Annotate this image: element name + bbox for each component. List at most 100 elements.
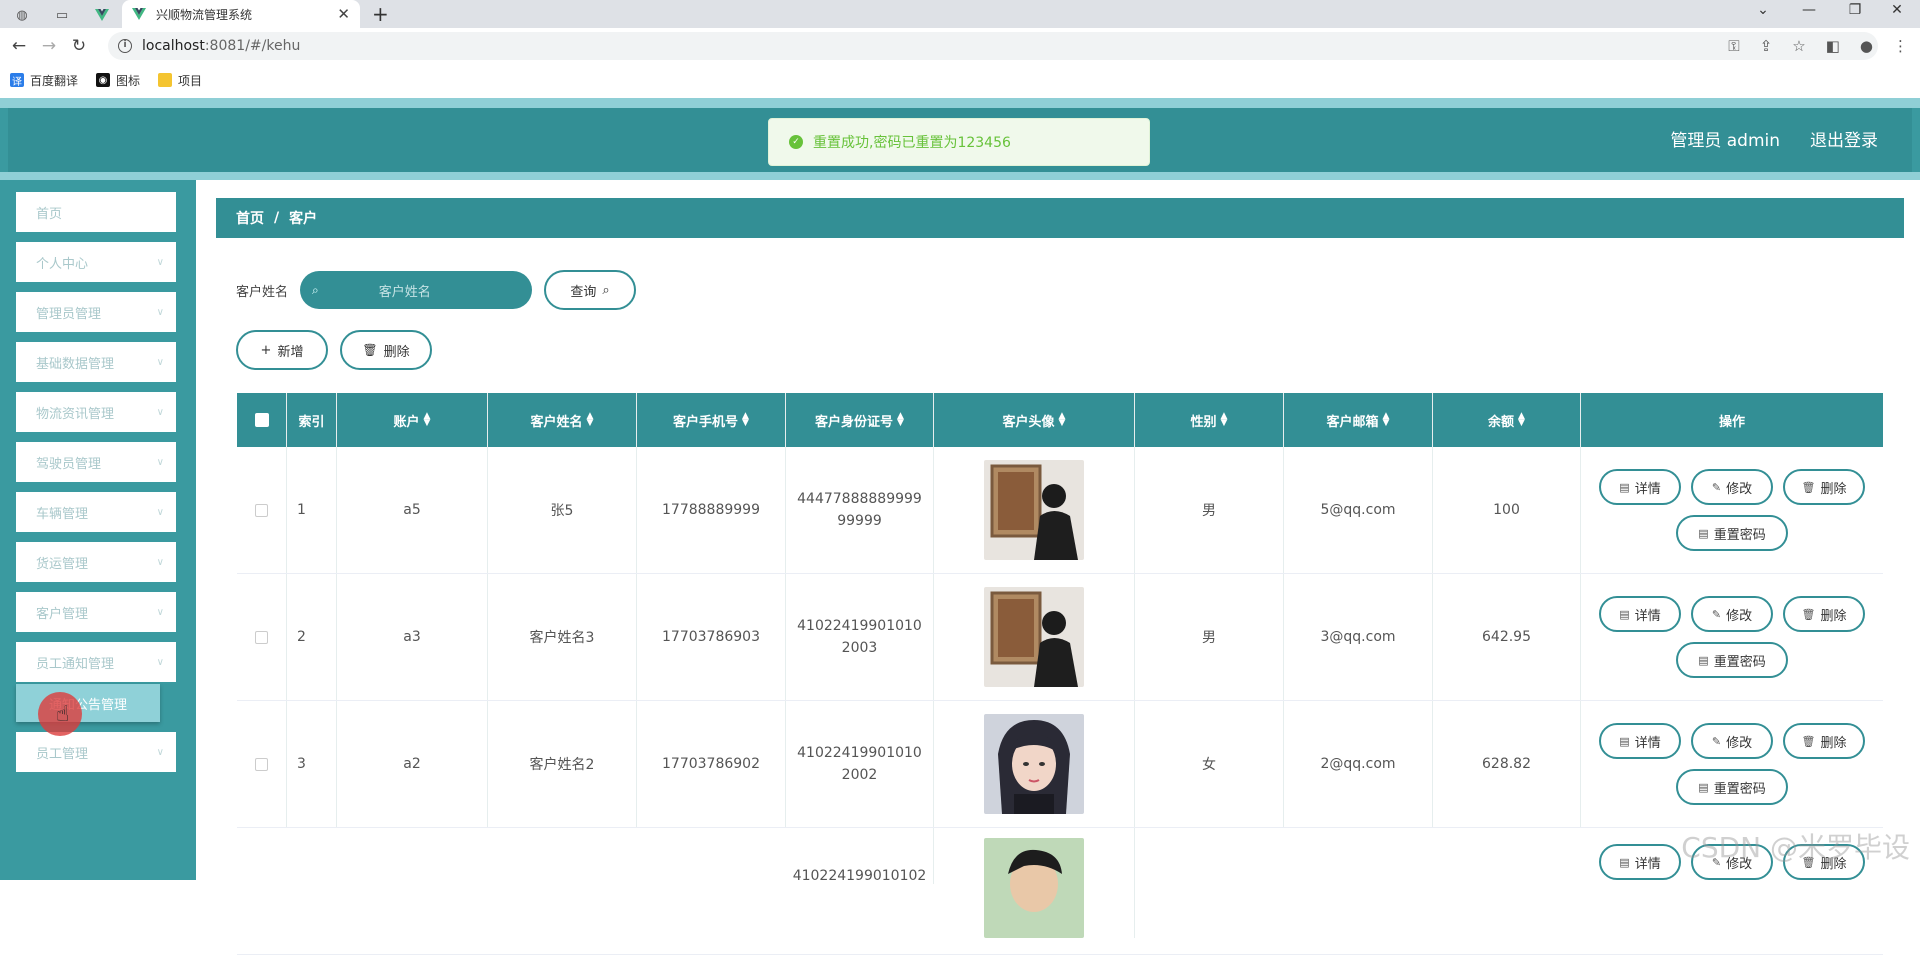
vue-logo-icon <box>132 8 146 20</box>
icon-font-icon: ◉ <box>96 73 111 87</box>
reset-password-button[interactable]: ▤ 重置密码 <box>1676 515 1788 551</box>
chevron-down-icon: ∨ <box>156 306 164 318</box>
sort-icon: ▲ ▼ <box>586 411 594 428</box>
star-icon[interactable]: ☆ <box>1792 37 1805 55</box>
breadcrumb-current: 客户 <box>289 211 318 227</box>
reset-password-button[interactable]: ▤ 重置密码 <box>1676 642 1788 678</box>
profile-icon[interactable]: ● <box>1860 37 1873 55</box>
vue-tab-icon[interactable] <box>84 4 120 26</box>
back-button[interactable]: ← <box>4 36 34 56</box>
sidebar-item-drivers[interactable]: 驾驶员管理 ∨ <box>16 442 176 482</box>
row-checkbox[interactable] <box>255 630 268 644</box>
add-button[interactable]: + 新增 <box>236 330 328 370</box>
bookmark-icons[interactable]: ◉ 图标 <box>96 72 140 89</box>
reset-password-button[interactable]: ▤ 重置密码 <box>1676 769 1788 805</box>
col-name[interactable]: 客户姓名 ▲ ▼ <box>488 393 637 447</box>
document-icon: ▤ <box>1698 780 1709 794</box>
reload-button[interactable]: ↻ <box>64 36 94 56</box>
menu-icon[interactable]: ⋮ <box>1893 37 1908 55</box>
bookmark-baidu-translate[interactable]: 译 百度翻译 <box>10 72 78 89</box>
row-checkbox[interactable] <box>255 503 268 517</box>
sidebar-item-staff[interactable]: 员工管理 ∨ <box>16 732 176 772</box>
query-button[interactable]: 查询 ⌕ <box>544 270 637 310</box>
col-gender[interactable]: 性别 ▲ ▼ <box>1135 393 1284 447</box>
col-email[interactable]: 客户邮箱 ▲ ▼ <box>1284 393 1433 447</box>
table-row: 2 a3 客户姓名3 17703786903 41022419901010200… <box>237 574 1883 701</box>
address-bar: ← → ↻ i localhost:8081/#/kehu ⚿ ⇪ ☆ ◧ ● … <box>0 28 1920 64</box>
edit-button[interactable]: ✎ 修改 <box>1691 469 1773 505</box>
sort-icon: ▲ ▼ <box>1220 411 1228 428</box>
edit-button[interactable]: ✎ 修改 <box>1691 723 1773 759</box>
restore-button[interactable]: ❐ <box>1832 2 1878 18</box>
chevron-down-icon: ∨ <box>156 456 164 468</box>
globe-icon[interactable]: ◍ <box>4 4 40 26</box>
col-idcard[interactable]: 客户身份证号 ▲ ▼ <box>786 393 934 447</box>
detail-button[interactable]: ▤ 详情 <box>1599 596 1681 632</box>
sidepanel-icon[interactable]: ◧ <box>1826 37 1840 55</box>
delete-button[interactable]: 🗑 删除 <box>1783 596 1865 632</box>
user-label: 管理员 admin <box>1670 131 1780 151</box>
col-account[interactable]: 账户 ▲ ▼ <box>337 393 488 447</box>
chevron-down-icon: ∨ <box>156 506 164 518</box>
search-icon: ⌕ <box>602 282 610 298</box>
sort-icon: ▲ ▼ <box>742 411 749 428</box>
chevron-down-icon: ∨ <box>156 656 164 668</box>
close-tab-icon[interactable]: ✕ <box>337 5 350 23</box>
toast-message: 重置成功,密码已重置为123456 <box>813 135 1011 151</box>
sidebar: 首页 个人中心 ∨ 管理员管理 ∨ 基础数据管理 ∨ 物流资讯管理 ∨ 驾驶员管理 ∨ 车… <box>0 180 196 880</box>
detail-button[interactable]: ▤ 详情 <box>1599 469 1681 505</box>
hand-cursor-icon: ☝ <box>56 702 70 727</box>
trash-icon: 🗑 <box>362 343 378 357</box>
forward-button[interactable]: → <box>34 36 64 56</box>
customer-table: 索引 账户 ▲ ▼ 客户姓名 ▲ ▼ 客户手机号 ▲ ▼ 客户身份证号 ▲ ▼ 客户头像 ▲ ▼ 性… <box>237 393 1883 955</box>
document-icon: ▤ <box>1698 526 1709 540</box>
sidebar-item-staff-notice[interactable]: 员工通知管理 ∨ <box>16 642 176 682</box>
col-phone[interactable]: 客户手机号 ▲ ▼ <box>637 393 786 447</box>
close-window-button[interactable]: ✕ <box>1874 2 1920 18</box>
tab-search-icon[interactable]: ⌄ <box>1740 2 1786 18</box>
sort-icon: ▲ ▼ <box>1382 411 1390 428</box>
sidebar-item-customers[interactable]: 客户管理 ∨ <box>16 592 176 632</box>
edit-button[interactable]: ✎ 修改 <box>1691 596 1773 632</box>
chevron-down-icon: ∨ <box>156 606 164 618</box>
sort-icon: ▲ ▼ <box>423 411 431 428</box>
sidebar-item-admin[interactable]: 管理员管理 ∨ <box>16 292 176 332</box>
bulk-delete-button[interactable]: 🗑 删除 <box>340 330 432 370</box>
sidebar-item-freight[interactable]: 货运管理 ∨ <box>16 542 176 582</box>
new-tab-button[interactable]: + <box>372 2 389 26</box>
browser-tab-bar: ◍ ▭ 兴顺物流管理系统 ✕ + ⌄ — ❐ ✕ <box>0 0 1920 28</box>
logout-button[interactable]: 退出登录 <box>1810 126 1878 151</box>
pencil-icon: ✎ <box>1711 480 1722 494</box>
active-tab[interactable]: 兴顺物流管理系统 ✕ <box>122 0 360 28</box>
col-balance[interactable]: 余额 ▲ ▼ <box>1433 393 1581 447</box>
document-icon: ▤ <box>1698 653 1709 667</box>
row-actions: ▤ 详情 ✎ 修改 🗑 删除 ▤ 重置密码 <box>1587 596 1877 678</box>
sort-icon: ▲ ▼ <box>1058 411 1066 428</box>
select-all-checkbox[interactable] <box>254 413 269 427</box>
search-input[interactable]: ⌕ 客户姓名 <box>300 271 533 309</box>
search-label: 客户姓名 <box>236 284 289 300</box>
blank-tab-icon[interactable]: ▭ <box>44 4 80 26</box>
delete-button[interactable]: 🗑 删除 <box>1783 723 1865 759</box>
delete-button[interactable]: 🗑 删除 <box>1783 469 1865 505</box>
info-icon[interactable]: i <box>118 39 132 53</box>
sidebar-item-profile[interactable]: 个人中心 ∨ <box>16 242 176 282</box>
share-icon[interactable]: ⇪ <box>1760 37 1773 55</box>
avatar <box>984 714 1084 814</box>
key-icon[interactable]: ⚿ <box>1728 37 1739 55</box>
sidebar-item-vehicles[interactable]: 车辆管理 ∨ <box>16 492 176 532</box>
bookmark-projects[interactable]: 项目 <box>158 72 202 89</box>
sidebar-item-home[interactable]: 首页 <box>16 192 176 232</box>
watermark: CSDN @米罗毕设 <box>1681 831 1910 864</box>
table-row: 1 a5 张5 17788889999 4447788888999999999 … <box>237 447 1883 574</box>
breadcrumb-home[interactable]: 首页 <box>236 208 264 228</box>
url-field[interactable]: i localhost:8081/#/kehu <box>108 32 1878 60</box>
sidebar-item-basic-data[interactable]: 基础数据管理 ∨ <box>16 342 176 382</box>
sidebar-item-logistics-news[interactable]: 物流资讯管理 ∨ <box>16 392 176 432</box>
detail-button[interactable]: ▤ 详情 <box>1599 844 1681 880</box>
row-checkbox[interactable] <box>255 757 268 771</box>
detail-button[interactable]: ▤ 详情 <box>1599 723 1681 759</box>
col-avatar[interactable]: 客户头像 ▲ ▼ <box>934 393 1135 447</box>
minimize-button[interactable]: — <box>1786 2 1832 18</box>
pencil-icon: ✎ <box>1711 734 1722 748</box>
